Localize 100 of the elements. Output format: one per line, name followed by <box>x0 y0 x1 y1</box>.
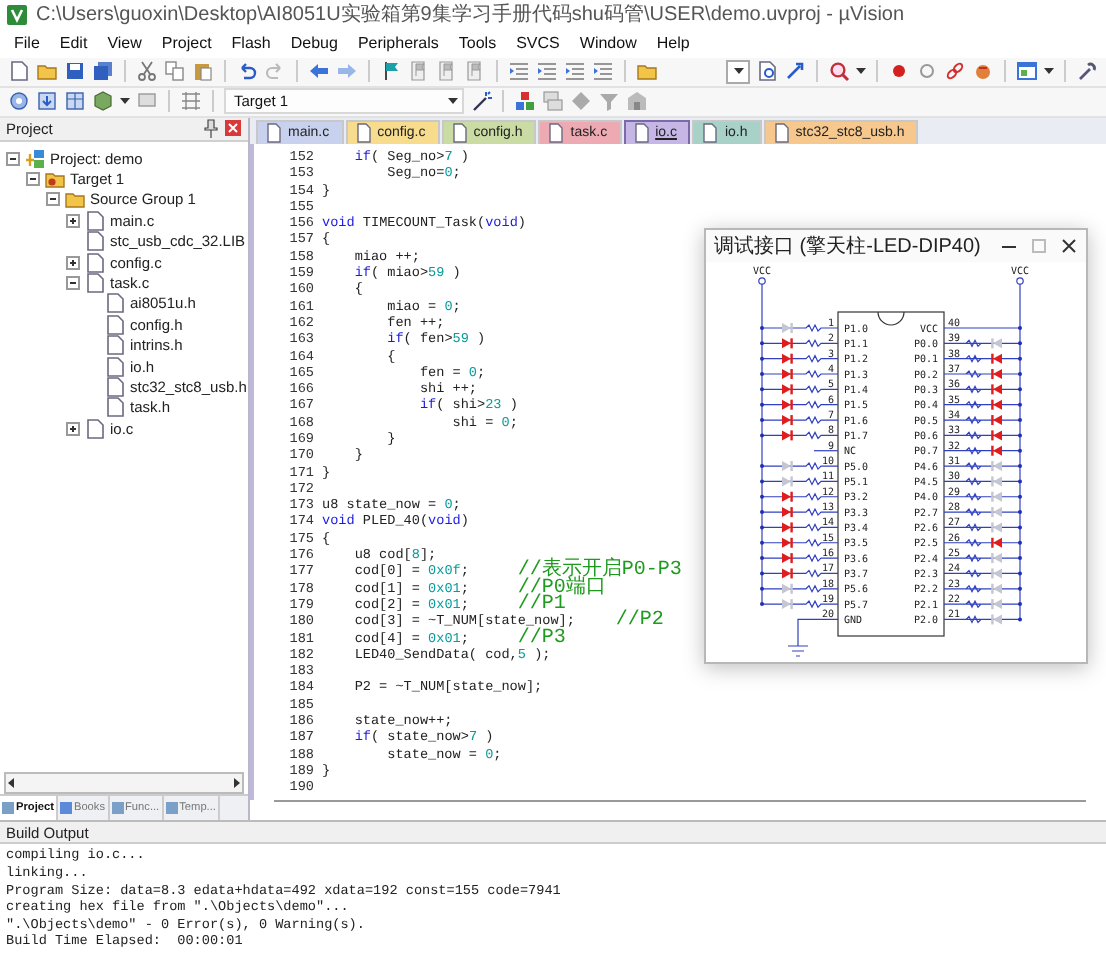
window-icon[interactable] <box>1016 60 1038 83</box>
file-icon <box>104 313 126 336</box>
file-icon[interactable] <box>548 121 565 144</box>
paste-icon[interactable] <box>192 60 214 83</box>
menu-item[interactable]: Project <box>151 29 222 58</box>
file-icon[interactable] <box>773 121 790 144</box>
pin-wire <box>759 477 838 486</box>
indent-icon[interactable] <box>564 60 586 83</box>
menu-item[interactable]: Tools <box>448 29 507 58</box>
indent-icon[interactable] <box>508 60 530 83</box>
file-icon <box>104 375 126 398</box>
caret-icon[interactable] <box>120 97 130 106</box>
colored-blocks-icon[interactable] <box>514 90 536 113</box>
file-icon <box>84 272 106 294</box>
pin-wire <box>942 477 1021 486</box>
pin-wire <box>759 569 838 578</box>
file-icon <box>104 292 126 315</box>
menu-item[interactable]: Help <box>646 29 700 58</box>
pin-wire <box>942 569 1021 578</box>
pin-wire <box>942 507 1021 517</box>
pin-wire <box>942 431 1021 440</box>
pin-wire <box>759 507 838 517</box>
menu-item[interactable]: Peripherals <box>347 29 449 58</box>
circle-icon[interactable] <box>916 60 938 83</box>
file-icon[interactable] <box>451 121 468 144</box>
tab-icon[interactable] <box>59 797 72 820</box>
pin-wire <box>759 553 838 563</box>
pin-wire <box>796 618 838 647</box>
pin-wire <box>942 326 1021 330</box>
pin-wire <box>759 431 838 440</box>
expand-toggle[interactable] <box>66 275 80 290</box>
chain-icon[interactable] <box>944 60 966 83</box>
pointer-icon[interactable] <box>784 60 806 83</box>
menu-item[interactable]: Flash <box>221 29 281 58</box>
caret-icon[interactable] <box>733 67 743 76</box>
open-folder-icon[interactable] <box>36 60 58 83</box>
file-icon[interactable] <box>702 121 719 144</box>
cube-icon[interactable] <box>92 90 114 113</box>
file-icon <box>84 209 106 232</box>
menu-item[interactable]: Debug <box>280 29 348 58</box>
combo-field[interactable] <box>726 59 750 84</box>
tab-icon[interactable] <box>165 797 178 820</box>
wrench-icon[interactable] <box>1076 60 1098 83</box>
caret-icon[interactable] <box>1044 67 1054 76</box>
close-icon[interactable] <box>1060 235 1078 257</box>
pin-wire <box>942 492 1021 502</box>
pin-wire <box>942 339 1021 348</box>
page-grid-icon[interactable] <box>64 90 86 113</box>
magnifier-icon[interactable] <box>828 60 850 83</box>
menu-item[interactable]: View <box>97 29 152 58</box>
copy-icon[interactable] <box>164 60 186 83</box>
pin-wire <box>942 553 1021 563</box>
expand-toggle[interactable] <box>66 255 80 270</box>
indent-icon[interactable] <box>536 60 558 83</box>
indent-icon[interactable] <box>592 60 614 83</box>
file-icon <box>104 396 126 419</box>
file-icon[interactable] <box>266 121 282 144</box>
expand-toggle[interactable] <box>6 151 20 166</box>
breakpoint-icon[interactable] <box>888 60 910 83</box>
file-icon[interactable] <box>633 121 650 144</box>
scrollbar[interactable] <box>4 772 244 795</box>
project-icon <box>24 147 46 170</box>
pin-wire <box>759 323 838 333</box>
caret-icon[interactable] <box>856 67 866 76</box>
pin-wire <box>759 354 838 364</box>
pin-wire <box>942 599 1021 609</box>
flag-icon[interactable] <box>380 60 402 83</box>
expand-toggle[interactable] <box>66 421 80 436</box>
pin-wire <box>759 400 838 410</box>
expand-toggle[interactable] <box>66 213 80 228</box>
caret-icon[interactable] <box>448 97 458 106</box>
expand-toggle[interactable] <box>26 172 40 187</box>
file-icon[interactable] <box>355 121 372 144</box>
pin-wire <box>942 354 1021 364</box>
pin-wire <box>759 461 838 471</box>
undo-icon[interactable] <box>236 60 258 83</box>
right-arrow-icon[interactable] <box>230 776 242 791</box>
expand-toggle[interactable] <box>46 192 60 207</box>
pin-wire <box>759 599 838 609</box>
window-title: C:\Users\guoxin\Desktop\AI8051U实验箱第9集学习手册代码shu码管\USER\demo.uvproj - µVision <box>36 1 905 29</box>
file-icon <box>104 334 126 357</box>
save-all-icon[interactable] <box>92 60 114 83</box>
grid-icon[interactable] <box>180 90 202 113</box>
open-folder-icon[interactable] <box>636 60 658 83</box>
left-arrow-icon[interactable] <box>6 776 18 791</box>
menu-item[interactable]: SVCS <box>506 29 570 58</box>
new-file-icon[interactable] <box>8 60 30 83</box>
tab-icon[interactable] <box>111 797 124 820</box>
menu-item[interactable]: Window <box>569 29 647 58</box>
find-page-icon[interactable] <box>756 60 778 83</box>
magic-wand-icon[interactable] <box>470 90 492 113</box>
menu-item[interactable]: File <box>4 29 50 58</box>
menu-item[interactable]: Edit <box>49 29 98 58</box>
pin-wire <box>942 615 1021 624</box>
save-icon[interactable] <box>64 60 86 83</box>
pin-icon[interactable] <box>204 117 218 140</box>
pin-wire <box>759 584 838 594</box>
file-icon <box>84 417 106 440</box>
page-down-icon[interactable] <box>36 90 58 113</box>
cut-icon[interactable] <box>136 60 158 83</box>
